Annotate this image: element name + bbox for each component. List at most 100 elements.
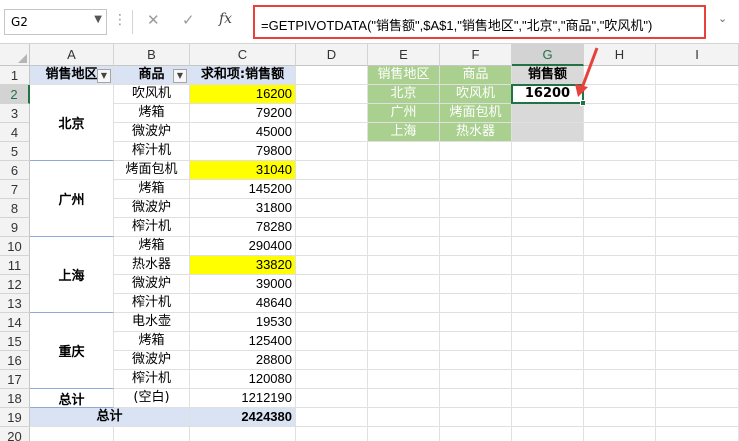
filter-dropdown-icon[interactable]: ▼ — [173, 69, 187, 83]
row-header-18[interactable]: 18 — [0, 389, 30, 408]
grid-cell[interactable] — [440, 294, 512, 313]
pivot-product-cell[interactable]: 榨汁机 — [114, 370, 190, 389]
chevron-down-icon[interactable]: ▼ — [94, 14, 102, 25]
grid-cell[interactable] — [656, 370, 739, 389]
lookup-product-cell[interactable]: 热水器 — [440, 123, 512, 142]
grand-total-value[interactable]: 2424380 — [190, 408, 296, 427]
grid-cell[interactable] — [440, 408, 512, 427]
grid-cell[interactable] — [296, 218, 368, 237]
grid-cell[interactable] — [368, 275, 440, 294]
grid-cell[interactable] — [656, 142, 739, 161]
pivot-value-cell[interactable]: 79800 — [190, 142, 296, 161]
pivot-product-cell[interactable]: 微波炉 — [114, 199, 190, 218]
select-all-button[interactable] — [0, 44, 30, 66]
pivot-product-cell[interactable]: 微波炉 — [114, 123, 190, 142]
grid-cell[interactable] — [368, 142, 440, 161]
grid-cell[interactable] — [296, 85, 368, 104]
grid-cell[interactable] — [584, 370, 656, 389]
pivot-value-cell[interactable]: 290400 — [190, 237, 296, 256]
lookup-product-cell[interactable]: 烤面包机 — [440, 104, 512, 123]
lookup-header-region[interactable]: 销售地区 — [368, 66, 440, 85]
pivot-product-cell[interactable]: 热水器 — [114, 256, 190, 275]
column-header-h[interactable]: H — [584, 44, 656, 66]
grid-cell[interactable] — [440, 161, 512, 180]
grid-cell[interactable] — [296, 332, 368, 351]
lookup-region-cell[interactable]: 上海 — [368, 123, 440, 142]
pivot-value-cell[interactable]: 16200 — [190, 85, 296, 104]
grid-cell[interactable] — [512, 389, 584, 408]
pivot-product-cell[interactable]: 吹风机 — [114, 85, 190, 104]
grid-cell[interactable] — [368, 161, 440, 180]
grid-cell[interactable] — [656, 389, 739, 408]
grid-cell[interactable] — [296, 237, 368, 256]
grid-cell[interactable] — [296, 408, 368, 427]
pivot-product-cell[interactable]: 烤箱 — [114, 180, 190, 199]
grid-cell[interactable] — [296, 313, 368, 332]
grid-cell[interactable] — [656, 256, 739, 275]
grid-cell[interactable] — [440, 256, 512, 275]
pivot-value-cell[interactable]: 1212190 — [190, 389, 296, 408]
row-header-16[interactable]: 16 — [0, 351, 30, 370]
pivot-value-cell[interactable]: 48640 — [190, 294, 296, 313]
grid-cell[interactable] — [296, 123, 368, 142]
lookup-product-cell[interactable]: 吹风机 — [440, 85, 512, 104]
row-header-20[interactable]: 20 — [0, 427, 30, 441]
grid-cell[interactable] — [584, 66, 656, 85]
pivot-product-cell[interactable]: 微波炉 — [114, 351, 190, 370]
column-header-g[interactable]: G — [512, 44, 584, 66]
grid-cell[interactable] — [584, 389, 656, 408]
pivot-value-cell[interactable]: 19530 — [190, 313, 296, 332]
row-header-2[interactable]: 2 — [0, 85, 30, 104]
pivot-product-cell[interactable]: 榨汁机 — [114, 142, 190, 161]
grid-cell[interactable] — [656, 237, 739, 256]
grid-cell[interactable] — [584, 332, 656, 351]
pivot-product-cell[interactable]: 烤面包机 — [114, 161, 190, 180]
grid-cell[interactable] — [584, 123, 656, 142]
grid-cell[interactable] — [656, 313, 739, 332]
pivot-value-cell[interactable]: 31040 — [190, 161, 296, 180]
pivot-product-cell[interactable]: 烤箱 — [114, 104, 190, 123]
grid-cell[interactable] — [440, 275, 512, 294]
grid-cell[interactable] — [296, 66, 368, 85]
pivot-region-cell[interactable]: 重庆 — [30, 313, 114, 389]
grid-cell[interactable] — [656, 275, 739, 294]
pivot-value-cell[interactable]: 45000 — [190, 123, 296, 142]
grid-cell[interactable] — [296, 256, 368, 275]
grid-cell[interactable] — [656, 218, 739, 237]
chevron-down-icon[interactable]: ⌄ — [718, 12, 727, 25]
pivot-value-cell[interactable]: 79200 — [190, 104, 296, 123]
column-header-e[interactable]: E — [368, 44, 440, 66]
grid-cell[interactable] — [512, 408, 584, 427]
pivot-value-cell[interactable]: 125400 — [190, 332, 296, 351]
grid-cell[interactable] — [512, 294, 584, 313]
grid-cell[interactable] — [296, 389, 368, 408]
grid-cell[interactable] — [584, 313, 656, 332]
grid-cell[interactable] — [512, 161, 584, 180]
row-header-19[interactable]: 19 — [0, 408, 30, 427]
lookup-region-cell[interactable]: 广州 — [368, 104, 440, 123]
grid-cell[interactable] — [296, 142, 368, 161]
grid-cell[interactable] — [584, 408, 656, 427]
grid-cell[interactable] — [440, 237, 512, 256]
grid-cell[interactable] — [368, 332, 440, 351]
grid-cell[interactable] — [656, 123, 739, 142]
grid-cell[interactable] — [584, 104, 656, 123]
grid-cell[interactable] — [440, 351, 512, 370]
row-header-13[interactable]: 13 — [0, 294, 30, 313]
function-icon[interactable]: fx — [219, 11, 232, 27]
pivot-product-cell[interactable]: (空白) — [114, 389, 190, 408]
pivot-header-sum[interactable]: 求和项:销售额 — [190, 66, 296, 85]
grid-cell[interactable] — [656, 408, 739, 427]
grid-cell[interactable] — [584, 351, 656, 370]
column-header-b[interactable]: B — [114, 44, 190, 66]
grid-cell[interactable] — [656, 180, 739, 199]
grid-cell[interactable] — [440, 427, 512, 441]
row-header-15[interactable]: 15 — [0, 332, 30, 351]
grid-cell[interactable] — [440, 332, 512, 351]
grid-cell[interactable] — [512, 332, 584, 351]
grid-cell[interactable] — [368, 180, 440, 199]
grid-cell[interactable] — [30, 427, 114, 441]
lookup-sales-cell[interactable] — [512, 123, 584, 142]
pivot-product-cell[interactable]: 烤箱 — [114, 237, 190, 256]
lookup-sales-cell[interactable] — [512, 104, 584, 123]
